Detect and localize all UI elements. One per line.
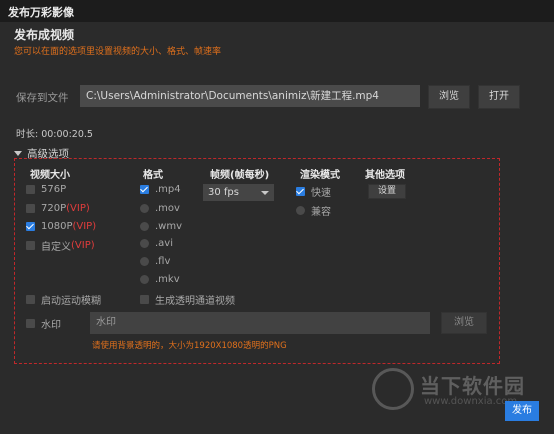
radio-icon [296,206,305,215]
radio-icon [140,239,149,248]
size-label: 576P [41,184,67,195]
format-label: .wmv [155,221,183,232]
checkbox-icon [26,204,35,213]
size-label: 自定义 [41,242,71,253]
watermark-browse-button[interactable]: 浏览 [441,312,487,334]
watermark-url: www.downxia.com [424,396,518,407]
checkbox-checked-icon [140,185,149,194]
vip-tag: (VIP) [72,221,97,232]
motion-blur-label: 启动运动模糊 [41,296,101,307]
duration-text: 时长: 00:00:20.5 [16,129,93,140]
window-title: 发布万彩影像 [8,6,74,19]
video-size-heading: 视频大小 [30,170,70,181]
radio-icon [140,204,149,213]
vip-tag: (VIP) [71,240,95,251]
format-label: .mkv [155,274,180,285]
format-option-mov[interactable]: .mov [140,203,180,214]
watermark-brand: 当下软件园 [420,374,525,398]
page-title: 发布成视频 [14,28,75,42]
open-button[interactable]: 打开 [478,85,520,109]
render-mode-heading: 渲染模式 [300,170,340,181]
watermark-logo-icon [372,368,414,410]
size-label: 720P [41,203,67,214]
save-path-input[interactable]: C:\Users\Administrator\Documents\animiz\… [80,85,420,107]
size-option-576p[interactable]: 576P [26,184,66,195]
watermark-input[interactable]: 水印 [90,312,430,334]
render-option-fast[interactable]: 快速 [296,184,331,199]
watermark-checkbox[interactable]: 水印 [26,316,61,331]
fps-select[interactable]: 30 fps [203,184,274,201]
render-label: 快速 [311,188,331,199]
vip-tag: (VIP) [66,203,90,214]
format-label: .mov [155,203,180,214]
format-label: .avi [155,238,174,249]
other-options-heading: 其他选项 [365,170,405,181]
checkbox-checked-icon [296,187,305,196]
checkbox-checked-icon [26,222,35,231]
format-label: .mp4 [155,184,181,195]
checkbox-icon [26,319,35,328]
size-option-custom[interactable]: 自定义 (VIP) [26,238,95,253]
publish-button[interactable]: 发布 [505,401,539,421]
checkbox-icon [26,295,35,304]
size-option-1080p[interactable]: 1080P (VIP) [26,221,96,232]
checkbox-icon [140,295,149,304]
chevron-down-icon [261,191,269,195]
watermark-label: 水印 [41,320,61,331]
transparent-channel-checkbox[interactable]: 生成透明通道视频 [140,292,235,307]
browse-button[interactable]: 浏览 [428,85,470,109]
radio-icon [140,257,149,266]
format-label: .flv [155,256,171,267]
hint-text: 您可以在面的选项里设置视频的大小、格式、帧速率 [14,47,222,57]
render-label: 兼容 [311,207,331,218]
save-label: 保存到文件 [16,92,69,104]
fps-heading: 帧频(帧每秒) [210,170,270,181]
motion-blur-checkbox[interactable]: 启动运动模糊 [26,292,101,307]
watermark-warning: 请使用背景透明的，大小为1920X1080透明的PNG [92,341,287,351]
format-option-mp4[interactable]: .mp4 [140,184,181,195]
checkbox-icon [26,241,35,250]
format-option-wmv[interactable]: .wmv [140,221,182,232]
radio-icon [140,275,149,284]
format-heading: 格式 [143,170,163,181]
format-option-mkv[interactable]: .mkv [140,274,180,285]
size-option-720p[interactable]: 720P (VIP) [26,203,90,214]
radio-icon [140,222,149,231]
title-bar: 发布万彩影像 [0,0,554,22]
fps-value: 30 fps [208,187,239,198]
transparent-label: 生成透明通道视频 [155,296,235,307]
checkbox-icon [26,185,35,194]
caret-down-icon [14,151,22,156]
settings-button[interactable]: 设置 [368,184,406,199]
size-label: 1080P [41,221,73,232]
format-option-flv[interactable]: .flv [140,256,170,267]
format-option-avi[interactable]: .avi [140,238,173,249]
render-option-compatible[interactable]: 兼容 [296,203,331,218]
